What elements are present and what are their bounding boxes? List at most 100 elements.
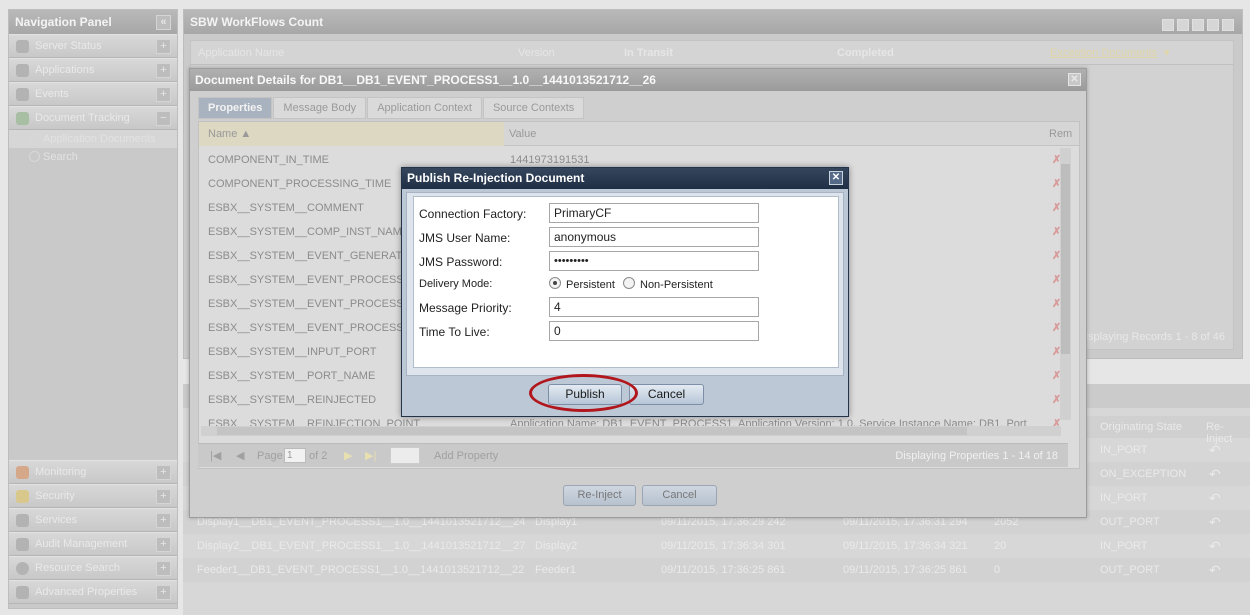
server-icon xyxy=(16,40,29,53)
reinject-icon[interactable]: ↶ xyxy=(1209,562,1221,579)
nav-item-label: Document Tracking xyxy=(35,112,130,124)
col-exception-documents[interactable]: Exception Documents xyxy=(1050,41,1157,65)
time-to-live-input[interactable]: 0 xyxy=(549,321,759,341)
expand-icon[interactable]: + xyxy=(156,87,171,102)
workflows-grid-header: Application Name Version In Transit Comp… xyxy=(191,41,1233,65)
collapse-icon[interactable]: − xyxy=(156,111,171,126)
expand-icon[interactable]: + xyxy=(156,465,171,480)
prev-page-icon[interactable]: ◀ xyxy=(236,444,244,468)
cell-state: IN_PORT xyxy=(1100,540,1148,552)
cell-state: IN_PORT xyxy=(1100,492,1148,504)
cell-t1: 09/11/2015, 17:36:34 301 xyxy=(661,540,786,552)
document-row[interactable]: Feeder1__DB1_EVENT_PROCESS1__1.0__144101… xyxy=(183,558,1250,582)
window-controls xyxy=(1159,15,1234,39)
col-originating-state[interactable]: Originating State xyxy=(1100,421,1182,433)
reinject-icon[interactable]: ↶ xyxy=(1209,514,1221,531)
persistent-radio[interactable] xyxy=(549,277,561,289)
page-count-label: of 2 xyxy=(309,450,328,462)
vertical-scrollbar[interactable] xyxy=(1060,148,1071,420)
nav-subitem-application-documents[interactable]: Application Documents xyxy=(9,130,177,148)
tab-properties[interactable]: Properties xyxy=(198,97,273,119)
tab-application-context[interactable]: Application Context xyxy=(367,97,482,119)
page-size-field[interactable] xyxy=(390,447,420,464)
col-remove[interactable]: Rem xyxy=(1049,122,1072,146)
cell-state: IN_PORT xyxy=(1100,444,1148,456)
message-priority-input[interactable]: 4 xyxy=(549,297,759,317)
first-page-icon[interactable]: |◀ xyxy=(210,444,221,468)
nav-item-monitoring[interactable]: Monitoring + xyxy=(9,460,177,484)
page-label: Page xyxy=(257,450,283,462)
property-name: COMPONENT_PROCESSING_TIME xyxy=(208,178,392,190)
col-name[interactable]: Name ▲ xyxy=(199,122,504,146)
col-version[interactable]: Version xyxy=(518,41,555,65)
scrollbar-thumb[interactable] xyxy=(1061,164,1070,354)
property-name: ESBX__SYSTEM__EVENT_PROCESS xyxy=(208,274,404,286)
jms-user-name-label: JMS User Name: xyxy=(419,231,511,245)
nav-item-resource-search[interactable]: Resource Search + xyxy=(9,556,177,580)
gear-icon[interactable] xyxy=(1207,19,1219,31)
page-number-input[interactable]: 1 xyxy=(284,448,306,463)
expand-icon[interactable]: + xyxy=(156,585,171,600)
tab-message-body[interactable]: Message Body xyxy=(273,97,367,119)
cancel-button[interactable]: Cancel xyxy=(642,485,717,506)
nav-item-events[interactable]: Events + xyxy=(9,82,177,106)
nav-item-label: Advanced Properties xyxy=(35,586,138,598)
collapse-panel-icon[interactable]: « xyxy=(156,15,171,30)
document-row[interactable]: Display2__DB1_EVENT_PROCESS1__1.0__14410… xyxy=(183,534,1250,558)
persistent-label[interactable]: Persistent xyxy=(566,279,615,291)
workflows-panel-title: SBW WorkFlows Count xyxy=(190,15,324,29)
nav-subitem-label: Search xyxy=(43,151,78,163)
properties-status-text: Displaying Properties 1 - 14 of 18 xyxy=(895,450,1058,462)
events-icon xyxy=(16,88,29,101)
collapse-icon[interactable] xyxy=(1192,19,1204,31)
message-priority-label: Message Priority: xyxy=(419,301,512,315)
reinject-icon[interactable]: ↶ xyxy=(1209,538,1221,555)
navigation-panel: Navigation Panel « Server Status + Appli… xyxy=(8,9,178,609)
property-name: ESBX__SYSTEM__COMMENT xyxy=(208,202,364,214)
restore-icon[interactable] xyxy=(1177,19,1189,31)
reinject-icon[interactable]: ↶ xyxy=(1209,466,1221,483)
last-page-icon[interactable]: ▶| xyxy=(365,444,376,468)
minimize-icon[interactable] xyxy=(1162,19,1174,31)
next-page-icon[interactable]: ▶ xyxy=(344,444,352,468)
col-application-name[interactable]: Application Name xyxy=(198,41,284,65)
nav-item-services[interactable]: Services + xyxy=(9,508,177,532)
expand-icon[interactable]: + xyxy=(156,513,171,528)
nav-subitem-search[interactable]: Search xyxy=(9,148,177,166)
col-in-transit[interactable]: In Transit xyxy=(624,41,673,65)
cell-t2: 09/11/2015, 17:36:34 321 xyxy=(843,540,968,552)
horizontal-scrollbar[interactable] xyxy=(201,426,1061,436)
lock-icon xyxy=(16,490,29,503)
jms-user-name-input[interactable]: anonymous xyxy=(549,227,759,247)
non-persistent-label[interactable]: Non-Persistent xyxy=(640,279,713,291)
close-icon[interactable]: ✕ xyxy=(829,171,843,185)
close-icon[interactable] xyxy=(1222,19,1234,31)
nav-item-advanced-properties[interactable]: Advanced Properties + xyxy=(9,580,177,604)
add-property-button[interactable]: Add Property xyxy=(434,444,498,468)
expand-icon[interactable]: + xyxy=(156,39,171,54)
navigation-panel-title: Navigation Panel xyxy=(15,15,112,29)
expand-icon[interactable]: + xyxy=(156,489,171,504)
non-persistent-radio[interactable] xyxy=(623,277,635,289)
nav-item-audit-management[interactable]: Audit Management + xyxy=(9,532,177,556)
reinject-icon[interactable]: ↶ xyxy=(1209,442,1221,459)
reinject-icon[interactable]: ↶ xyxy=(1209,490,1221,507)
jms-password-input[interactable]: ••••••••• xyxy=(549,251,759,271)
col-value[interactable]: Value xyxy=(509,122,536,146)
expand-icon[interactable]: + xyxy=(156,63,171,78)
publish-cancel-button[interactable]: Cancel xyxy=(629,384,704,405)
expand-icon[interactable]: + xyxy=(156,537,171,552)
tab-source-contexts[interactable]: Source Contexts xyxy=(482,97,585,119)
property-name: ESBX__SYSTEM__INPUT_PORT xyxy=(208,346,377,358)
close-icon[interactable]: ✕ xyxy=(1068,73,1081,86)
sort-desc-icon: ▾ xyxy=(1164,47,1170,59)
col-completed[interactable]: Completed xyxy=(837,41,894,65)
connection-factory-input[interactable]: PrimaryCF xyxy=(549,203,759,223)
nav-item-document-tracking[interactable]: Document Tracking − xyxy=(9,106,177,130)
scrollbar-thumb[interactable] xyxy=(217,427,967,435)
reinject-button[interactable]: Re-Inject xyxy=(563,485,636,506)
nav-item-security[interactable]: Security + xyxy=(9,484,177,508)
nav-item-server-status[interactable]: Server Status + xyxy=(9,34,177,58)
expand-icon[interactable]: + xyxy=(156,561,171,576)
nav-item-applications[interactable]: Applications + xyxy=(9,58,177,82)
